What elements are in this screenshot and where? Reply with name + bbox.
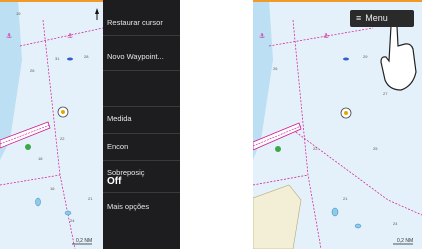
svg-text:27: 27 <box>383 91 388 96</box>
svg-text:28: 28 <box>84 54 89 59</box>
svg-text:26: 26 <box>30 68 35 73</box>
menu-button-label: Menu <box>365 13 388 23</box>
anchor-icon: ⚓ <box>67 33 73 40</box>
scale-label: 0,2 NM <box>76 238 93 244</box>
svg-text:31: 31 <box>55 56 60 61</box>
svg-text:19: 19 <box>16 11 21 16</box>
svg-text:25: 25 <box>373 146 378 151</box>
svg-text:22: 22 <box>60 136 65 141</box>
anchor-icon: ⚓ <box>259 33 265 40</box>
svg-text:29: 29 <box>363 54 368 59</box>
menu-item-find[interactable]: Encon <box>107 142 128 151</box>
menu-item-measure[interactable]: Medida <box>107 114 132 123</box>
svg-text:18: 18 <box>38 156 43 161</box>
svg-text:22: 22 <box>313 146 318 151</box>
right-chart-panel[interactable]: ⚓ ⚓ 26 29 27 22 25 21 24 ≡ Menu 0,2 NM <box>253 0 422 249</box>
svg-text:16: 16 <box>50 186 55 191</box>
buoy-icon <box>25 144 31 150</box>
anchor-icon: ⚓ <box>323 33 329 40</box>
left-chart-panel[interactable]: ⚓ ⚓ 19 26 31 28 22 18 16 21 24 Restaurar… <box>0 0 180 249</box>
svg-text:26: 26 <box>273 66 278 71</box>
scale-label: 0,2 NM <box>397 238 414 244</box>
menu-item-new-waypoint[interactable]: Novo Waypoint... <box>107 52 164 61</box>
menu-item-restore-cursor[interactable]: Restaurar cursor <box>107 18 163 27</box>
menu-item-overlay-value: Off <box>107 176 122 187</box>
hamburger-icon: ≡ <box>356 13 362 23</box>
svg-text:24: 24 <box>393 221 398 226</box>
menu-button[interactable]: ≡ Menu <box>350 10 414 27</box>
menu-item-more-options[interactable]: Mais opções <box>107 202 149 211</box>
side-menu: Restaurar cursor Novo Waypoint... Medida… <box>103 0 180 249</box>
anchor-icon: ⚓ <box>6 33 12 40</box>
right-chart-map[interactable]: ⚓ ⚓ 26 29 27 22 25 21 24 <box>253 0 422 249</box>
svg-text:21: 21 <box>88 196 93 201</box>
svg-text:24: 24 <box>70 218 75 223</box>
svg-text:21: 21 <box>343 196 348 201</box>
